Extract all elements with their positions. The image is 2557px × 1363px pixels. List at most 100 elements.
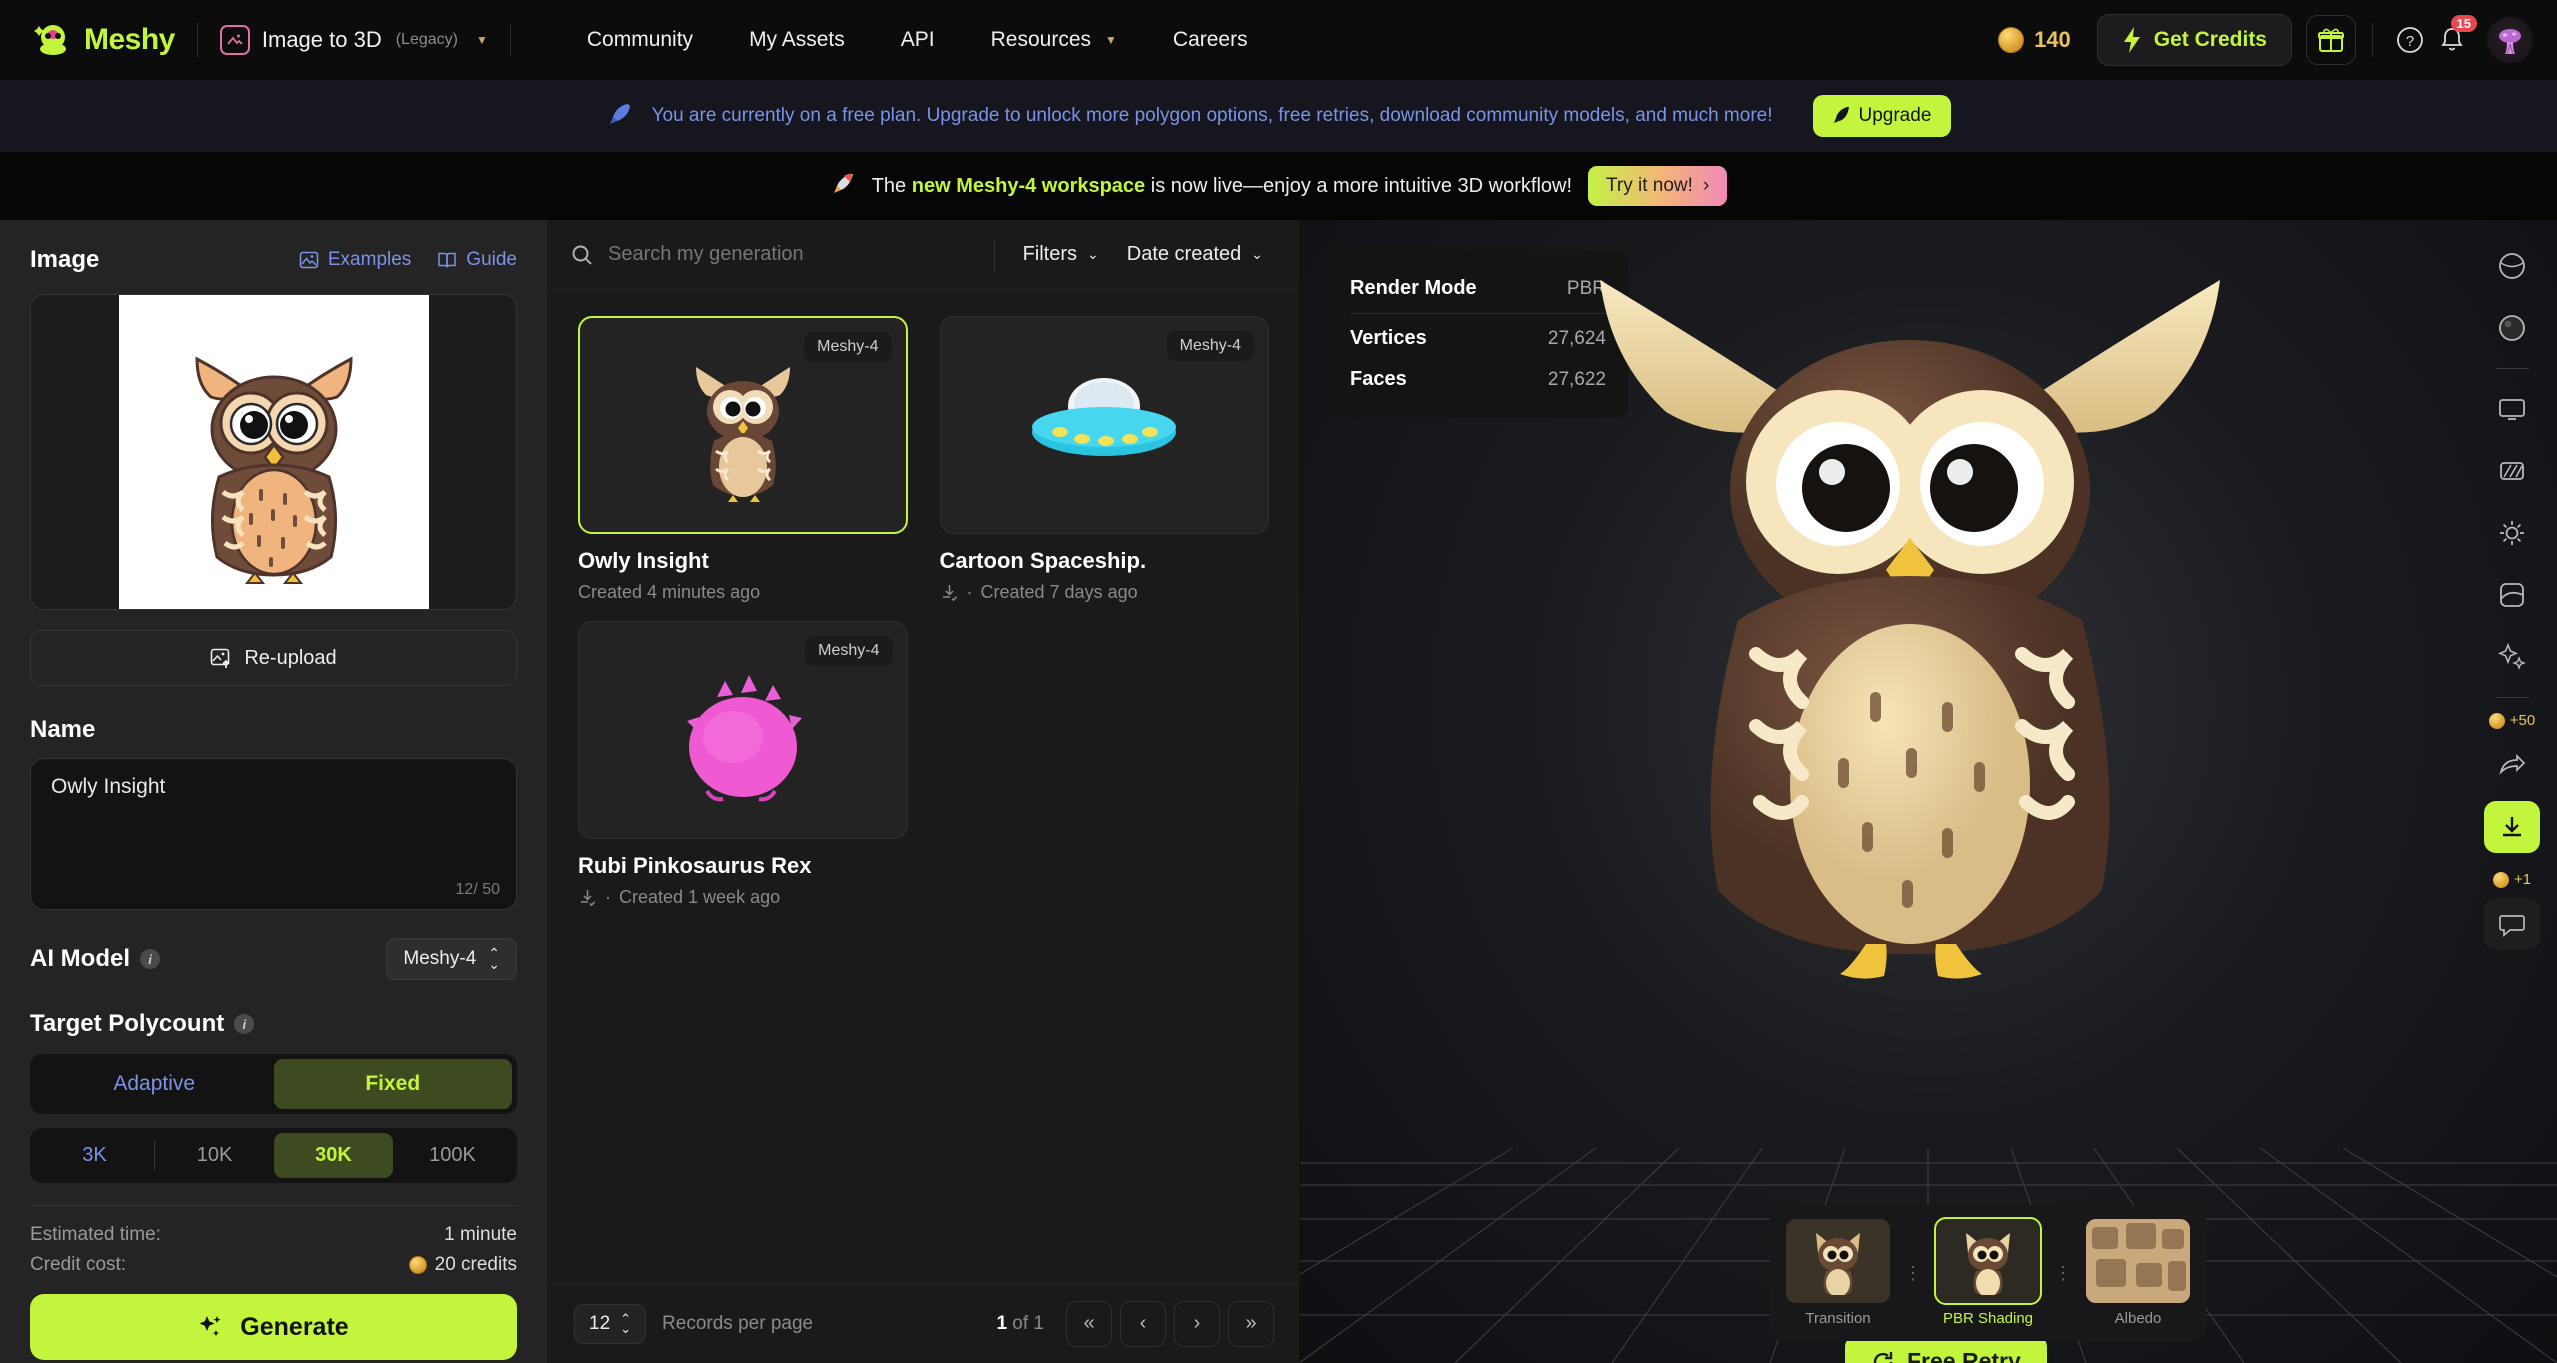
sphere-tool[interactable] [2484,240,2540,292]
tool-divider-2 [2495,697,2529,698]
shading-pbr[interactable]: PBR Shading [1934,1217,2042,1327]
owl-illustration-icon [194,356,353,584]
card-created-text: Created 7 days ago [980,582,1138,602]
records-per-page-select[interactable]: 12 ⌃ ⌄ [574,1303,647,1344]
list-toolbar: Search my generation Filters ⌄ Date crea… [548,220,1299,290]
credit-cost-value-wrap: 20 credits [408,1254,517,1276]
share-arrow-icon [2499,753,2526,775]
card-title: Owly Insight [578,548,709,573]
brand-logo[interactable]: Meshy [32,19,175,61]
tool-credit-50: +50 [2488,712,2535,729]
uv-tool[interactable] [2484,569,2540,621]
wireframe-tool[interactable] [2484,445,2540,497]
avatar-mushroom-icon [2499,29,2521,55]
nav-link-resources[interactable]: Resources ▼ [963,18,1145,62]
gift-button[interactable] [2306,15,2356,65]
sort-dropdown[interactable]: Date created ⌄ [1113,243,1277,266]
card-thumbnail[interactable]: Meshy-4 [578,316,908,534]
first-page-button[interactable]: « [1066,1300,1112,1347]
polycount-100k[interactable]: 100K [393,1133,512,1178]
prev-page-button[interactable]: ‹ [1120,1300,1166,1347]
guide-link[interactable]: Guide [437,249,517,271]
get-credits-button[interactable]: Get Credits [2096,14,2292,66]
share-tool[interactable] [2484,739,2540,791]
generation-card[interactable]: Meshy-4 Owly Insight Created 4 minutes a… [578,316,908,603]
reupload-button[interactable]: Re-upload [30,630,517,686]
search-icon [572,245,592,265]
info-divider [1350,313,1606,314]
polycount-10k[interactable]: 10K [155,1133,274,1178]
model-viewport[interactable]: Render Mode PBR Vertices 27,624 Faces 27… [1300,220,2557,1363]
search-input[interactable]: Search my generation [570,243,980,267]
material-ball-tool[interactable] [2484,302,2540,354]
chevron-updown-icon: ⌃ ⌄ [620,1310,632,1336]
card-subtitle: Created 4 minutes ago [578,582,908,603]
generation-card[interactable]: Meshy-4 Cartoon Spaceship. · Created 7 d… [939,316,1269,603]
polycount-mode-adaptive[interactable]: Adaptive [35,1059,274,1109]
display-tool[interactable] [2484,383,2540,435]
polycount-30k[interactable]: 30K [274,1133,393,1179]
monitor-icon [2499,399,2525,420]
shading-transition[interactable]: Transition [1786,1219,1890,1327]
owl-3d-model[interactable] [1570,250,2250,1085]
shading-handle-icon[interactable]: ⋮ [1904,1263,1922,1284]
shading-albedo[interactable]: Albedo [2086,1219,2190,1327]
ai-model-label-row: AI Model i [30,945,160,973]
name-input[interactable]: Owly Insight 12/ 50 [30,758,517,910]
avatar[interactable] [2487,17,2533,63]
image-section-header: Image Examples Guide [30,246,517,274]
generate-button[interactable]: Generate [30,1294,517,1361]
generation-card[interactable]: Meshy-4 Rubi Pinkosaurus Rex · Created 1… [578,621,908,908]
question-circle-icon: ? [2397,27,2423,53]
sphere-icon [2499,315,2525,341]
toolbar-divider [993,238,995,271]
uploaded-image-preview[interactable] [30,294,517,610]
sun-icon [2500,521,2524,545]
examples-link[interactable]: Examples [299,249,411,271]
help-button[interactable]: ? [2389,19,2431,61]
effects-tool[interactable] [2484,631,2540,683]
card-thumbnail[interactable]: Meshy-4 [578,621,908,839]
banner-prefix: The [871,174,912,197]
free-plan-banner: You are currently on a free plan. Upgrad… [0,80,2557,152]
free-plan-banner-text: You are currently on a free plan. Upgrad… [651,105,1773,126]
credit-cost-row: Credit cost: 20 credits [30,1254,517,1276]
nav-link-community[interactable]: Community [559,18,721,62]
coin-icon [408,1256,427,1275]
polycount-3k[interactable]: 3K [35,1133,154,1178]
next-page-button[interactable]: › [1174,1300,1220,1347]
upgrade-button[interactable]: Upgrade [1812,95,1952,137]
reupload-label: Re-upload [244,646,337,669]
wireframe-icon [2500,462,2524,480]
gift-icon [2318,28,2344,52]
chat-bubble-icon [2499,915,2525,937]
download-tool[interactable] [2484,801,2540,853]
nav-link-careers[interactable]: Careers [1145,18,1276,62]
lighting-tool[interactable] [2484,507,2540,559]
polycount-mode-fixed[interactable]: Fixed [273,1059,512,1110]
name-input-value: Owly Insight [51,775,166,798]
last-page-button[interactable]: » [1228,1300,1274,1347]
info-icon[interactable]: i [140,949,160,970]
try-it-now-button[interactable]: Try it now! › [1588,166,1728,206]
info-icon[interactable]: i [234,1014,255,1035]
mode-selector[interactable]: Image to 3D (Legacy) ▼ [219,25,488,55]
ai-model-select[interactable]: Meshy-4 ⌃ ⌄ [386,938,517,981]
shading-pbr-label: PBR Shading [1942,1310,2034,1327]
coin-icon [2488,712,2505,729]
filters-dropdown[interactable]: Filters ⌄ [1009,243,1113,266]
nav-link-my-assets[interactable]: My Assets [721,18,873,62]
shading-albedo-thumb [2086,1219,2190,1303]
name-char-counter: 12/ 50 [455,881,500,898]
uploaded-image [118,295,429,609]
card-thumbnail[interactable]: Meshy-4 [939,316,1269,534]
model-chip: Meshy-4 [1166,331,1254,361]
shading-handle-icon-2[interactable]: ⋮ [2054,1263,2072,1284]
comment-tool[interactable] [2484,898,2540,950]
notifications-button[interactable]: 15 [2431,15,2477,61]
image-to-3d-icon [219,25,250,55]
rocket-emoji-icon [830,171,856,202]
chevron-down-icon: ▼ [1105,33,1117,47]
card-created-text: Created 4 minutes ago [578,582,761,602]
nav-link-api[interactable]: API [873,18,963,62]
